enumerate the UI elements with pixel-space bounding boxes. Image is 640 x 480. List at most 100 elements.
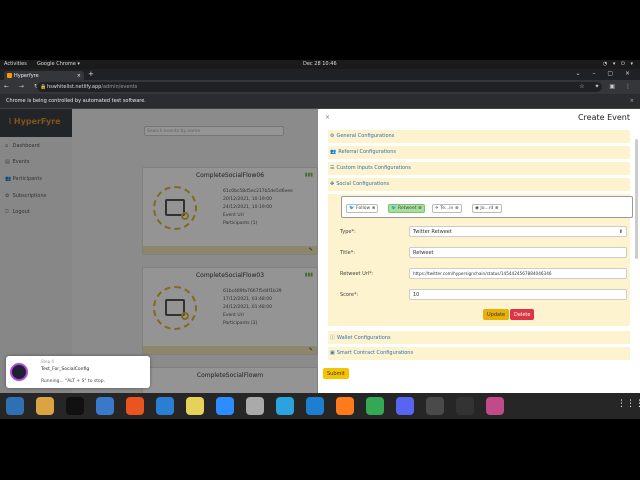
close-drawer-icon[interactable]: × xyxy=(325,114,330,121)
tab-discord[interactable]: ◉ Jo...rd ⊗ xyxy=(472,204,502,213)
delete-button[interactable]: Delete xyxy=(510,309,535,320)
social-tabs: 🐦 Follow ⊗ 🐦 Retweet ⊗ ✈ Te...in ⊗ ◉ Jo.… xyxy=(341,196,633,218)
accordion-general[interactable]: ⚙ General Configurations xyxy=(328,130,630,143)
type-label: Type*: xyxy=(340,229,356,235)
show-apps-icon[interactable]: ⋮⋮⋮ xyxy=(617,399,640,409)
score-label: Score*: xyxy=(340,292,359,298)
extensions-area[interactable]: ☆ ✦ ▣ ⋮ xyxy=(579,83,635,90)
title-label: Title*: xyxy=(340,250,355,256)
share-icon: ✤ xyxy=(330,181,335,187)
remove-icon[interactable]: ⊗ xyxy=(372,206,376,211)
tab-label: Retweet xyxy=(398,206,417,211)
tab-follow[interactable]: 🐦 Follow ⊗ xyxy=(346,204,379,213)
twitter-icon: 🐦 xyxy=(391,206,397,211)
telegram-icon[interactable] xyxy=(276,397,294,415)
discord-icon[interactable] xyxy=(396,397,414,415)
firefox-icon[interactable] xyxy=(336,397,354,415)
url-field[interactable]: 🔒 hswhitelist.netlify.app/admin/events xyxy=(37,82,602,92)
new-tab-button[interactable]: + xyxy=(88,70,94,78)
tab-label: Follow xyxy=(356,206,371,211)
calculator-icon[interactable] xyxy=(426,397,444,415)
system-top-bar: Activities Google Chrome ▾ Dec 28 10:46 … xyxy=(0,60,640,69)
gear-icon: ⚙ xyxy=(330,133,335,139)
tab-strip: Hyperfyre × + ⌄ – ▢ × xyxy=(0,69,640,80)
zoom-icon[interactable] xyxy=(216,397,234,415)
tab-retweet[interactable]: 🐦 Retweet ⊗ xyxy=(388,204,425,213)
automation-notification[interactable]: Step 4 Test_For_SocialConfig Running... … xyxy=(6,356,150,388)
tab-telegram[interactable]: ✈ Te...in ⊗ xyxy=(432,204,462,213)
discord-icon: ◉ xyxy=(475,206,479,211)
run-status: Running... "ALT + S" to stop. xyxy=(41,379,106,384)
accordion-smart-contract[interactable]: ▣ Smart Contract Configurations xyxy=(328,347,630,360)
remove-icon[interactable]: ⊗ xyxy=(495,206,499,211)
infobar-close-icon[interactable]: × xyxy=(630,98,634,104)
jetbrains-icon[interactable] xyxy=(66,397,84,415)
mail-icon[interactable] xyxy=(156,397,174,415)
type-value: Twitter Retweet xyxy=(413,229,452,235)
automation-infobar: Chrome is being controlled by automated … xyxy=(0,94,640,109)
drawer-scrollbar[interactable] xyxy=(635,139,638,259)
modal-backdrop[interactable] xyxy=(0,109,318,393)
contract-icon: ▣ xyxy=(330,350,335,356)
drawer-title: Create Event xyxy=(577,113,630,122)
favicon-icon xyxy=(7,73,12,78)
type-select[interactable]: Twitter Retweet ⬍ xyxy=(409,226,627,237)
app-menu[interactable]: Google Chrome ▾ xyxy=(37,61,80,67)
tab-label: Jo...rd xyxy=(480,206,494,211)
create-event-drawer: × Create Event ⚙ General Configurations 👥… xyxy=(318,109,640,393)
accordion-label: Referral Configurations xyxy=(338,149,396,155)
accordion-label: Custom Inputs Configurations xyxy=(336,165,411,171)
accordion-custom-inputs[interactable]: ☰ Custom Inputs Configurations xyxy=(328,162,630,175)
retweet-url-label: Retweet Url*: xyxy=(340,271,374,277)
tab-title: Hyperfyre xyxy=(14,73,39,79)
accordion-label: Social Configurations xyxy=(336,181,390,187)
vscode-icon[interactable] xyxy=(306,397,324,415)
step-text: Step 4 xyxy=(41,359,54,364)
page: ⌇ HyperFyre ⌂ Dashboard ▤ Events 👥 Partic… xyxy=(0,109,640,393)
accordion-wallet[interactable]: ⓘ Wallet Configurations xyxy=(328,331,630,344)
accordion-label: Wallet Configurations xyxy=(337,335,391,341)
users-icon: 👥 xyxy=(330,149,337,155)
test-name: Test_For_SocialConfig xyxy=(41,367,90,372)
lock-icon: 🔒 xyxy=(40,84,47,90)
dock: ⋮⋮⋮ xyxy=(0,393,640,419)
accordion-label: General Configurations xyxy=(336,133,395,139)
address-bar-row: ← → ↻ ⌂ 🔒 hswhitelist.netlify.app/admin/… xyxy=(0,80,640,94)
telegram-icon: ✈ xyxy=(435,206,439,211)
archive-icon[interactable] xyxy=(36,397,54,415)
close-tab-icon[interactable]: × xyxy=(77,73,81,79)
remove-icon[interactable]: ⊗ xyxy=(455,206,459,211)
tab-hyperfyre[interactable]: Hyperfyre × xyxy=(4,71,84,80)
document-icon[interactable] xyxy=(96,397,114,415)
update-button[interactable]: Update xyxy=(483,309,510,320)
title-input[interactable]: Retweet xyxy=(409,247,627,258)
system-tray[interactable]: ◔ ▾ ⏻ ▾ xyxy=(603,61,635,67)
twitter-icon: 🐦 xyxy=(349,206,355,211)
retweet-url-input[interactable]: https://twitter.com/hypersignchain/statu… xyxy=(409,268,627,279)
tab-label: Te...in xyxy=(440,206,454,211)
url-host: hswhitelist.netlify.app xyxy=(47,84,102,90)
app-icon[interactable] xyxy=(486,397,504,415)
chrome-icon[interactable] xyxy=(366,397,384,415)
accordion-label: Smart Contract Configurations xyxy=(336,350,414,356)
submit-button[interactable]: Submit xyxy=(323,368,349,379)
url-path: /admin/events xyxy=(101,84,138,90)
accordion-social[interactable]: ✤ Social Configurations xyxy=(328,178,630,191)
files-icon[interactable] xyxy=(6,397,24,415)
social-config-panel: 🐦 Follow ⊗ 🐦 Retweet ⊗ ✈ Te...in ⊗ ◉ Jo.… xyxy=(328,194,633,326)
remove-icon[interactable]: ⊗ xyxy=(418,206,422,211)
clock[interactable]: Dec 28 10:46 xyxy=(303,61,337,67)
store-icon[interactable] xyxy=(126,397,144,415)
folder-icon[interactable] xyxy=(246,397,264,415)
window-controls[interactable]: ⌄ – ▢ × xyxy=(576,70,635,77)
screen: Activities Google Chrome ▾ Dec 28 10:46 … xyxy=(0,0,640,480)
accordion-referral[interactable]: 👥 Referral Configurations xyxy=(328,146,630,159)
disc-icon[interactable] xyxy=(186,397,204,415)
info-icon: ⓘ xyxy=(330,335,336,341)
activities-button[interactable]: Activities xyxy=(4,61,27,67)
score-input[interactable]: 10 xyxy=(409,289,627,300)
terminal-icon[interactable] xyxy=(456,397,474,415)
infobar-text: Chrome is being controlled by automated … xyxy=(6,98,146,104)
select-caret-icon: ⬍ xyxy=(618,229,623,235)
list-icon: ☰ xyxy=(330,165,335,171)
